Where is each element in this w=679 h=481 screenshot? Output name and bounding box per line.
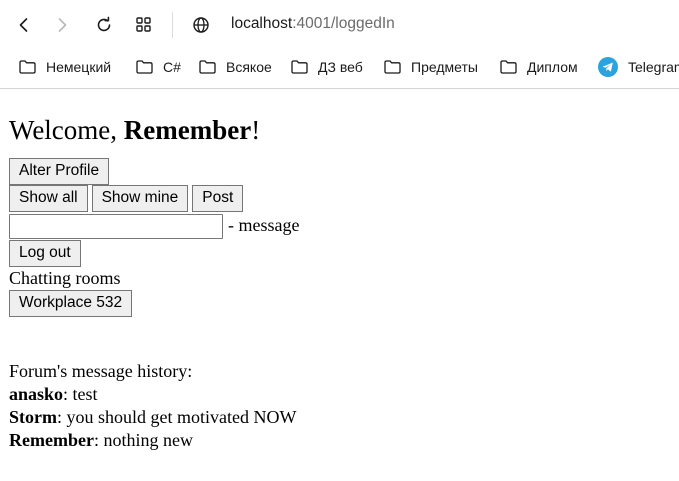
message-history: Forum's message history: anasko: test St… [9, 360, 669, 452]
folder-icon [136, 60, 153, 74]
message-author: Remember [9, 430, 94, 450]
show-all-button[interactable]: Show all [9, 185, 88, 212]
bookmark-label: Всякое [226, 59, 272, 75]
message-text: : test [63, 384, 98, 404]
history-message: Storm: you should get motivated NOW [9, 406, 669, 429]
back-arrow-icon[interactable] [12, 13, 36, 37]
reload-icon[interactable] [92, 13, 116, 37]
folder-icon [19, 60, 36, 74]
message-row: - message [9, 212, 669, 240]
alter-profile-button[interactable]: Alter Profile [9, 158, 110, 185]
folder-icon [384, 60, 401, 74]
post-button[interactable]: Post [192, 185, 244, 212]
message-text: : nothing new [93, 430, 193, 450]
rooms-row: Workplace 532 [9, 290, 669, 317]
welcome-prefix: Welcome, [9, 115, 124, 145]
browser-toolbar: localhost:4001/loggedIn [0, 0, 679, 50]
browser-chrome: localhost:4001/loggedIn Немецкий C# Всяк… [0, 0, 679, 89]
bookmark-folder[interactable]: Всякое [199, 58, 272, 76]
url-path: :4001/loggedIn [292, 15, 395, 32]
show-mine-button[interactable]: Show mine [91, 185, 189, 212]
room-button[interactable]: Workplace 532 [9, 290, 133, 317]
forward-arrow-icon[interactable] [50, 13, 74, 37]
globe-icon[interactable] [190, 14, 212, 36]
bookmark-folder[interactable]: Немецкий [19, 58, 111, 76]
toolbar-separator [172, 12, 173, 38]
bookmark-label: Немецкий [46, 59, 112, 75]
bookmarks-bar: Немецкий C# Всякое ДЗ веб Предметы Дипло… [0, 50, 679, 86]
bookmark-label: Диплом [527, 59, 578, 75]
rooms-title: Chatting rooms [9, 268, 121, 288]
address-bar[interactable]: localhost:4001/loggedIn [231, 15, 395, 33]
folder-icon [500, 60, 517, 74]
telegram-icon [598, 57, 618, 77]
welcome-suffix: ! [251, 115, 261, 145]
message-input[interactable] [9, 213, 223, 239]
message-label: - message [228, 215, 300, 236]
apps-grid-icon[interactable] [132, 13, 156, 37]
profile-row: Alter Profile [9, 158, 669, 185]
bookmark-label: C# [163, 59, 181, 75]
history-message: Remember: nothing new [9, 429, 669, 452]
bookmark-telegram[interactable]: Telegram [598, 57, 679, 77]
history-title: Forum's message history: [9, 361, 193, 381]
bookmark-folder[interactable]: Диплом [500, 58, 578, 76]
message-author: anasko [9, 384, 64, 404]
bookmark-folder[interactable]: Предметы [384, 58, 478, 76]
page-content: Welcome, Remember! Alter Profile Show al… [9, 88, 669, 452]
url-host: localhost [231, 15, 293, 32]
welcome-heading: Welcome, Remember! [9, 114, 669, 146]
message-actions-row: Show all Show mine Post [9, 185, 669, 212]
history-message: anasko: test [9, 383, 669, 406]
logout-row: Log out [9, 240, 669, 267]
bookmark-label: Предметы [411, 59, 478, 75]
message-author: Storm [9, 407, 57, 427]
message-text: : you should get motivated NOW [57, 407, 297, 427]
bookmark-label: ДЗ веб [318, 59, 363, 75]
bookmark-label: Telegram [628, 59, 679, 75]
folder-icon [199, 60, 216, 74]
bookmark-folder[interactable]: C# [136, 58, 181, 76]
bookmark-folder[interactable]: ДЗ веб [291, 58, 363, 76]
username: Remember [123, 115, 252, 145]
folder-icon [291, 60, 308, 74]
logout-button[interactable]: Log out [9, 240, 81, 267]
